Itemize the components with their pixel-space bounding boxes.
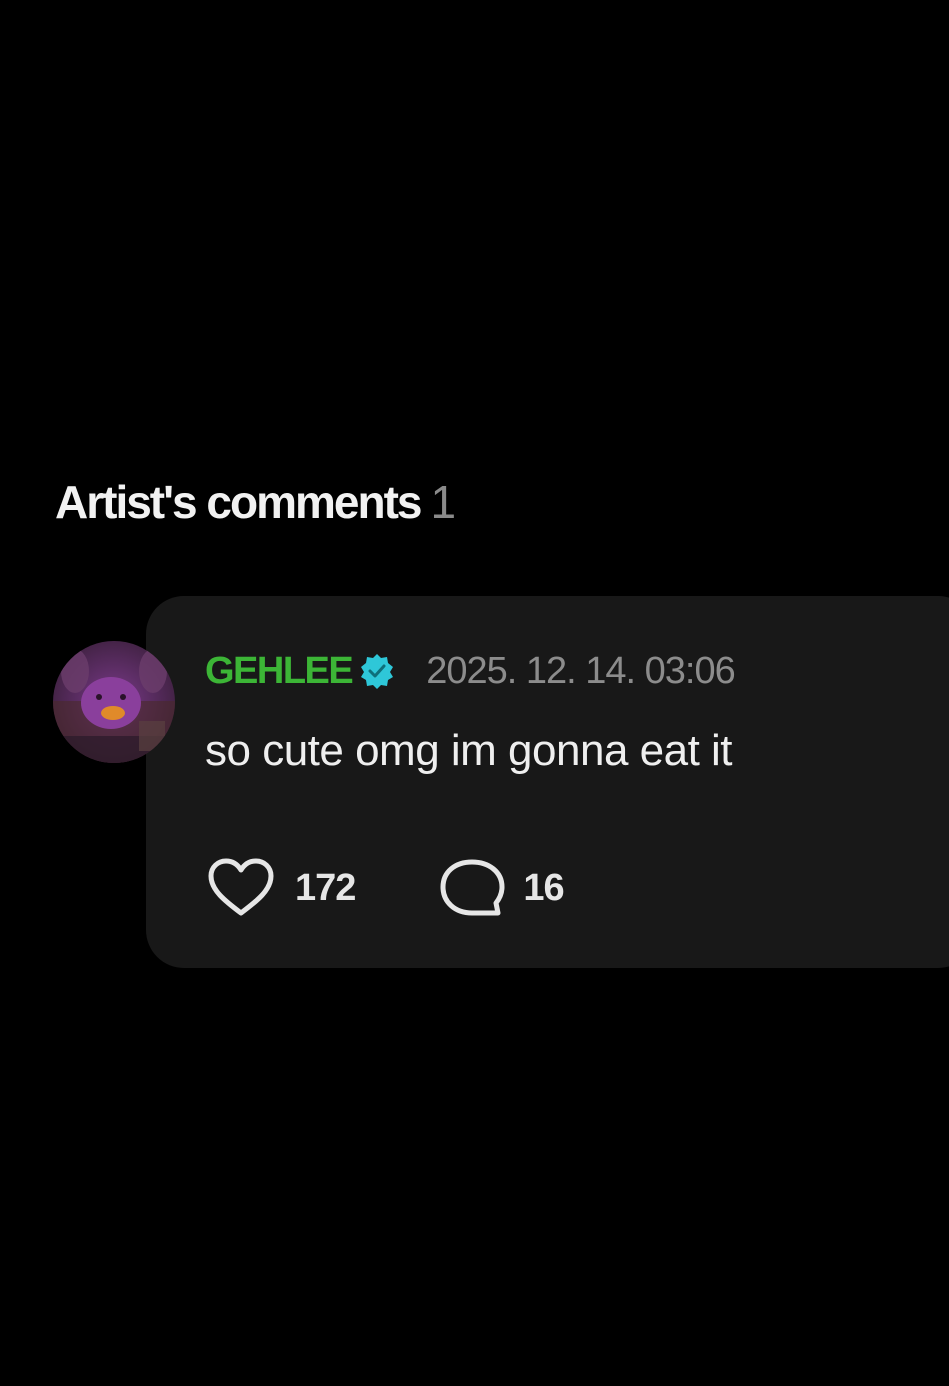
username[interactable]: GEHLEE <box>205 650 354 693</box>
timestamp: 2025. 12. 14. 03:06 <box>426 649 736 692</box>
verified-badge-icon <box>358 652 396 690</box>
section-title: Artist's comments <box>55 476 422 528</box>
reply-button[interactable]: 16 <box>439 857 565 919</box>
comment-text: so cute omg im gonna eat it <box>205 726 733 775</box>
reply-count: 16 <box>523 866 564 909</box>
comment-count: 1 <box>430 476 457 528</box>
avatar[interactable] <box>53 641 175 763</box>
comment-actions: 172 16 <box>205 857 565 919</box>
like-count: 172 <box>295 866 356 909</box>
heart-outline-icon <box>205 857 277 919</box>
comment-meta: GEHLEE 2025. 12. 14. 03:06 <box>205 646 736 696</box>
section-header: Artist's comments 1 <box>55 474 456 530</box>
like-button[interactable]: 172 <box>205 857 356 919</box>
speech-bubble-icon <box>439 857 505 919</box>
